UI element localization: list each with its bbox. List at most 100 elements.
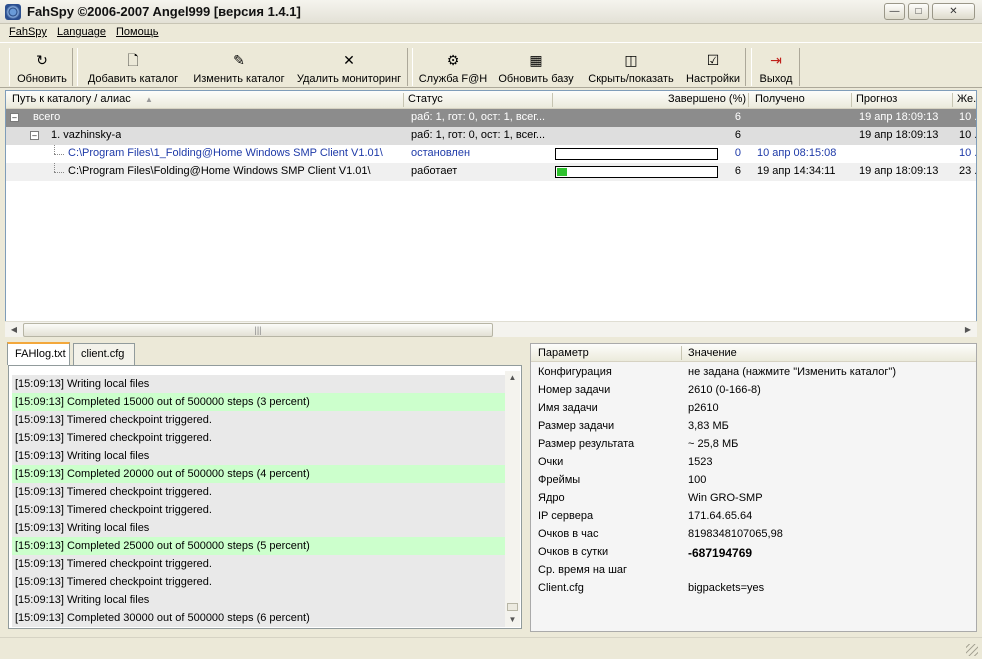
delete-monitoring-button[interactable]: ✕ Удалить мониторинг (293, 48, 405, 86)
row-extra: 10 ... (959, 111, 976, 123)
property-value: 171.64.65.64 (688, 510, 753, 522)
horizontal-scrollbar[interactable]: ◀ ||| ▶ (5, 321, 977, 337)
update-database-button[interactable]: ▦ Обновить базу (495, 48, 577, 86)
row-status: остановлен (411, 147, 471, 159)
property-row[interactable]: Номер задачи 2610 (0-166-8) (531, 382, 976, 400)
column-done[interactable]: Завершено (%) (668, 93, 746, 105)
settings-label: Настройки (686, 73, 740, 85)
exit-icon: ⇥ (770, 52, 782, 68)
row-extra: 10 ... (959, 129, 976, 141)
property-key: Очков в час (538, 528, 599, 540)
row-received: 10 апр 08:15:08 (757, 147, 837, 159)
log-line: [15:09:13] Writing local files (12, 375, 506, 393)
toggle-view-label: Скрыть/показать (588, 73, 674, 85)
title-bar: FahSpy ©2006-2007 Angel999 [версия 1.4.1… (0, 0, 982, 24)
property-row[interactable]: Конфигурация не задана (нажмите "Изменить… (531, 364, 976, 382)
property-row[interactable]: IP сервера 171.64.65.64 (531, 508, 976, 526)
property-key: Номер задачи (538, 384, 611, 396)
log-line: [15:09:13] Writing local files (12, 591, 506, 609)
property-row[interactable]: Размер результата ~ 25,8 МБ (531, 436, 976, 454)
column-received[interactable]: Получено (755, 93, 805, 105)
collapse-icon[interactable]: – (30, 131, 39, 140)
column-forecast[interactable]: Прогноз (856, 93, 897, 105)
property-row[interactable]: Очков в сутки -687194769 (531, 544, 976, 562)
scroll-thumb[interactable]: ||| (23, 323, 493, 337)
row-done: 0 (734, 147, 741, 159)
row-received: 19 апр 14:34:11 (757, 165, 836, 177)
menu-fahspy[interactable]: FahSpy (9, 26, 47, 38)
add-folder-button[interactable]: 🗋 Добавить каталог (81, 48, 185, 86)
row-done: 6 (734, 111, 741, 123)
delete-monitoring-label: Удалить мониторинг (296, 73, 402, 85)
property-row[interactable]: Очков в час 8198348107065,98 (531, 526, 976, 544)
edit-folder-button[interactable]: ✎ Изменить каталог (187, 48, 291, 86)
update-database-label: Обновить базу (498, 73, 574, 85)
menu-language[interactable]: Language (57, 26, 106, 38)
property-key: Размер задачи (538, 420, 615, 432)
tree-row-total[interactable]: – всего раб: 1, гот: 0, ост: 1, всег... … (6, 109, 976, 127)
vertical-scrollbar[interactable]: ▲ ▼ (505, 371, 520, 627)
refresh-label: Обновить (17, 73, 67, 85)
resize-grip-icon[interactable] (966, 644, 978, 656)
tree-connector (54, 163, 55, 172)
row-forecast: 19 апр 18:09:13 (859, 129, 939, 141)
exit-label: Выход (759, 73, 793, 85)
column-extra[interactable]: Же... (957, 93, 976, 105)
column-value[interactable]: Значение (688, 347, 737, 359)
property-row[interactable]: Фреймы 100 (531, 472, 976, 490)
column-path[interactable]: Путь к каталогу / алиас (12, 93, 131, 105)
toolbar-group-exit: ⇥ Выход (751, 48, 800, 86)
scroll-thumb[interactable] (507, 603, 518, 611)
toolbar: ↻ Обновить 🗋 Добавить каталог ✎ Изменить… (0, 42, 982, 88)
toggle-view-button[interactable]: ◫ Скрыть/показать (583, 48, 679, 86)
close-button[interactable]: ✕ (932, 3, 975, 20)
row-extra: 10 ... (959, 147, 976, 159)
log-lines: [15:09:13] Writing local files [15:09:13]… (12, 375, 506, 627)
row-path: C:\Program Files\1_Folding@Home Windows … (68, 147, 383, 159)
property-row[interactable]: Client.cfg bigpackets=yes (531, 580, 976, 598)
property-key: Client.cfg (538, 582, 584, 594)
tree-row-client[interactable]: C:\Program Files\1_Folding@Home Windows … (6, 145, 976, 163)
sort-ascending-icon: ▲ (145, 95, 153, 104)
fah-service-label: Служба F@H (418, 73, 488, 85)
column-parameter[interactable]: Параметр (538, 347, 589, 359)
menu-help[interactable]: Помощь (116, 26, 159, 38)
log-line: [15:09:13] Completed 20000 out of 500000… (12, 465, 506, 483)
property-row[interactable]: Размер задачи 3,83 МБ (531, 418, 976, 436)
property-key: Имя задачи (538, 402, 598, 414)
collapse-icon[interactable]: – (10, 113, 19, 122)
property-row[interactable]: Очки 1523 (531, 454, 976, 472)
property-row[interactable]: Имя задачи p2610 (531, 400, 976, 418)
toggle-view-icon: ◫ (624, 52, 638, 68)
add-folder-label: Добавить каталог (87, 73, 179, 85)
settings-button[interactable]: ☑ Настройки (683, 48, 743, 86)
scroll-up-icon[interactable]: ▲ (505, 371, 520, 385)
tree-row-host[interactable]: – 1. vazhinsky-a раб: 1, гот: 0, ост: 1,… (6, 127, 976, 145)
refresh-button[interactable]: ↻ Обновить (10, 48, 74, 86)
properties-header: Параметр Значение (531, 344, 976, 362)
log-line: [15:09:13] Timered checkpoint triggered. (12, 483, 506, 501)
property-key: Конфигурация (538, 366, 612, 378)
maximize-button[interactable]: □ (908, 3, 929, 20)
fah-service-button[interactable]: ⚙ Служба F@H (415, 48, 491, 86)
property-key: Фреймы (538, 474, 581, 486)
property-key: IP сервера (538, 510, 594, 522)
property-value: 100 (688, 474, 707, 486)
property-row[interactable]: Ядро Win GRO-SMP (531, 490, 976, 508)
property-row[interactable]: Ср. время на шаг (531, 562, 976, 580)
tree-row-client[interactable]: C:\Program Files\Folding@Home Windows SM… (6, 163, 976, 181)
scroll-left-icon[interactable]: ◀ (7, 324, 21, 336)
status-bar (0, 637, 982, 659)
minimize-button[interactable]: — (884, 3, 905, 20)
tab-client-cfg[interactable]: client.cfg (73, 343, 135, 365)
tree-connector (54, 172, 64, 173)
scroll-right-icon[interactable]: ▶ (961, 324, 975, 336)
tab-fahlog[interactable]: FAHlog.txt (7, 342, 70, 365)
row-status: раб: 1, гот: 0, ост: 1, всег... (411, 111, 546, 123)
column-status[interactable]: Статус (408, 93, 443, 105)
column-separator (681, 346, 682, 360)
column-separator (851, 93, 852, 107)
exit-button[interactable]: ⇥ Выход (754, 48, 798, 86)
scroll-down-icon[interactable]: ▼ (505, 613, 520, 627)
toolbar-group-catalog: 🗋 Добавить каталог ✎ Изменить каталог ✕ … (77, 48, 408, 86)
